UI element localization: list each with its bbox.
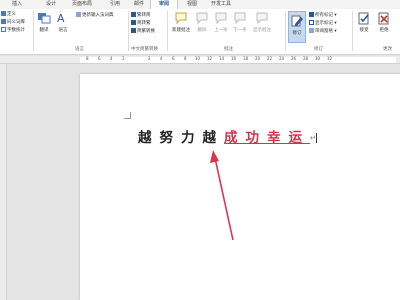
text-cursor: [315, 133, 317, 143]
chinese-conversion-icon: [131, 28, 136, 33]
reviewing-pane-icon: [309, 28, 314, 33]
group-separator: [128, 11, 129, 51]
next-comment-button[interactable]: 下一条: [231, 11, 249, 33]
ruler-tick: 2: [148, 56, 151, 61]
group-label-changes: 更改: [383, 47, 392, 52]
ruler-tick: 6: [98, 56, 101, 61]
ruler-tick: 28: [303, 56, 309, 61]
ruler-tick: 4: [160, 56, 163, 61]
chinese-conversion-button[interactable]: 简繁转换: [131, 28, 155, 35]
show-markup-icon: [309, 20, 314, 25]
group-separator: [352, 11, 353, 51]
original-text: 越努力越: [138, 130, 224, 146]
ruler-tick: 6: [172, 56, 175, 61]
ruler-tick: 2: [122, 56, 125, 61]
traditional-to-simplified-button[interactable]: 繁转简: [131, 12, 151, 19]
ruler-tick: 26: [291, 56, 297, 61]
word-count-button[interactable]: 字数统计: [1, 27, 25, 34]
tab-design[interactable]: 设计: [40, 0, 62, 9]
ruler-tick: 18: [243, 56, 249, 61]
ruler-tick: 12: [207, 56, 213, 61]
ruler-tick: 24: [279, 56, 285, 61]
ruler-tick: 32: [327, 56, 333, 61]
vertical-ruler[interactable]: [0, 64, 7, 300]
previous-comment-button[interactable]: 上一条: [212, 11, 230, 33]
show-comments-icon: [256, 12, 268, 25]
show-markup-dropdown[interactable]: 显示标记 ▾: [309, 20, 337, 27]
language-button[interactable]: A 语言: [54, 11, 72, 33]
margin-corner-marker: [124, 112, 131, 119]
markup-mode-icon: [309, 12, 314, 17]
group-label-tracking: 修订: [314, 47, 323, 52]
translate-button[interactable]: 翻译: [35, 11, 53, 33]
ruler-tick: 8: [184, 56, 187, 61]
accept-icon: [358, 12, 369, 25]
ruler-tick: 14: [219, 56, 225, 61]
ruler-tick: 4: [110, 56, 113, 61]
document-text-line[interactable]: 越努力越成功幸运↵: [138, 130, 317, 146]
arrow-head-icon: [210, 150, 219, 163]
group-separator: [285, 11, 286, 51]
delete-comment-icon: [196, 12, 208, 25]
new-comment-icon: [175, 12, 187, 25]
ruler-tick: 8: [86, 56, 89, 61]
define-button[interactable]: 定义: [1, 11, 16, 18]
tab-developer[interactable]: 开发工具: [206, 0, 236, 9]
accept-change-button[interactable]: 接受: [355, 11, 373, 33]
word-count-icon: [1, 27, 6, 32]
reject-icon: [378, 12, 389, 25]
ruler-tick: 10: [195, 56, 201, 61]
delete-comment-button[interactable]: 删除: [193, 11, 211, 33]
tracked-insertion-text: 成功幸运: [224, 130, 310, 146]
group-separator: [167, 11, 168, 51]
tab-mailings[interactable]: 邮件: [128, 0, 150, 9]
arrow-shaft: [214, 157, 234, 241]
thesaurus-button[interactable]: 同义词库: [1, 19, 25, 26]
ruler-text-area: [80, 57, 396, 63]
track-changes-icon: [291, 15, 303, 27]
svg-text:A: A: [57, 12, 65, 25]
language-icon: A: [57, 12, 65, 25]
group-label-chinese-conversion: 中文简繁转换: [131, 47, 158, 52]
tab-page-layout[interactable]: 页面布局: [66, 0, 98, 9]
ribbon: 定义 同义词库 字数统计 翻译 A 语言 更新输入法词典 语言 繁转简 简转繁 …: [0, 9, 400, 55]
group-separator: [33, 11, 34, 51]
previous-comment-icon: [215, 12, 227, 25]
markup-mode-dropdown[interactable]: 所有标记 ▾: [309, 12, 337, 19]
ruler-tick: 20: [255, 56, 261, 61]
update-ime-dictionary-button[interactable]: 更新输入法词典: [76, 12, 114, 19]
simplified-to-traditional-icon: [131, 20, 136, 25]
ruler-tick: 30: [315, 56, 321, 61]
ruler-tick: 22: [267, 56, 273, 61]
group-label-language: 语言: [75, 47, 84, 52]
document-page[interactable]: [80, 74, 400, 300]
ribbon-tab-bar: 插入 设计 页面布局 引用 邮件 审阅 视图 开发工具: [0, 0, 400, 9]
dictionary-icon: [1, 11, 6, 16]
translate-icon: [38, 13, 51, 24]
annotation-arrow: [210, 150, 234, 241]
ruler-tick: 16: [231, 56, 237, 61]
track-changes-button[interactable]: 修订: [288, 11, 306, 43]
traditional-to-simplified-icon: [131, 12, 136, 17]
group-label-comments: 批注: [224, 47, 233, 52]
tab-review[interactable]: 审阅: [150, 0, 178, 9]
show-comments-button[interactable]: 显示批注: [251, 11, 273, 33]
tab-insert[interactable]: 插入: [6, 0, 28, 9]
thesaurus-icon: [1, 19, 6, 24]
ime-dictionary-icon: [76, 12, 81, 17]
reject-change-button[interactable]: 拒绝: [375, 11, 393, 33]
tab-references[interactable]: 引用: [104, 0, 126, 9]
tab-view[interactable]: 视图: [180, 0, 204, 9]
next-comment-icon: [234, 12, 246, 25]
new-comment-button[interactable]: 新建批注: [170, 11, 192, 33]
reviewing-pane-dropdown[interactable]: 审阅窗格 ▾: [309, 28, 337, 35]
horizontal-ruler[interactable]: 8 6 4 2 2 4 6 8 10 12 14 16 18 20 22 24 …: [0, 56, 400, 64]
simplified-to-traditional-button[interactable]: 简转繁: [131, 20, 151, 27]
